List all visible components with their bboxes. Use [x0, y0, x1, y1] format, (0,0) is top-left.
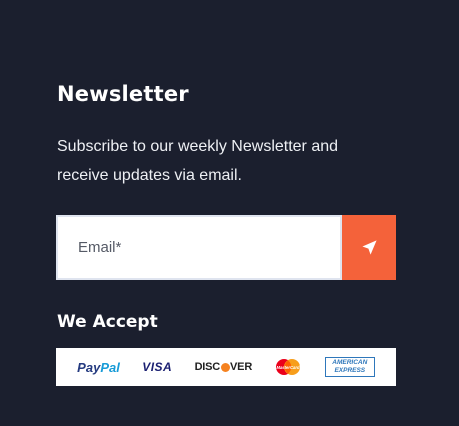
payment-methods: Pay Pal VISA DISC VER MasterCard AMERICAN … [56, 348, 396, 386]
svg-text:MasterCard: MasterCard [277, 365, 300, 370]
newsletter-title: Newsletter [57, 82, 189, 106]
payments-title: We Accept [57, 312, 158, 332]
mastercard-logo: MasterCard [274, 358, 302, 376]
paypal-logo: Pay Pal [77, 359, 120, 375]
newsletter-description: Subscribe to our weekly Newsletter and r… [57, 138, 339, 184]
amex-logo: AMERICAN EXPRESS [324, 357, 375, 377]
visa-logo: VISA [142, 360, 173, 374]
paper-plane-icon [361, 240, 377, 255]
newsletter-form [56, 215, 396, 280]
subscribe-button[interactable] [342, 215, 396, 280]
email-input[interactable] [56, 215, 342, 280]
discover-logo: DISC VER [194, 361, 253, 373]
